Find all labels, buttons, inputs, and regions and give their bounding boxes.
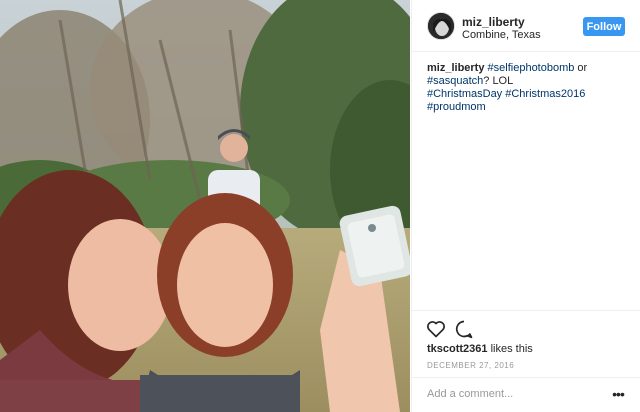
- instagram-post: miz_liberty Combine, Texas Follow miz_li…: [0, 0, 640, 412]
- heart-icon[interactable]: [426, 319, 446, 339]
- hashtag-link[interactable]: #Christmas2016: [505, 88, 585, 100]
- username-link[interactable]: miz_liberty: [462, 15, 525, 29]
- comment-box: •••: [412, 377, 640, 412]
- avatar[interactable]: [427, 12, 455, 40]
- hashtag-link[interactable]: #sasquatch: [427, 75, 483, 87]
- likes-line: tkscott2361 likes this: [427, 343, 533, 355]
- hashtag-link[interactable]: #proudmom: [427, 101, 486, 113]
- liker-username[interactable]: tkscott2361: [427, 343, 488, 355]
- follow-button[interactable]: Follow: [583, 17, 625, 36]
- post-date[interactable]: DECEMBER 27, 2016: [427, 361, 514, 370]
- hashtag-link[interactable]: #ChristmasDay: [427, 88, 502, 100]
- post-caption: miz_liberty #selfiephotobomb or #sasquat…: [427, 62, 588, 113]
- post-sidebar: miz_liberty Combine, Texas Follow miz_li…: [411, 0, 640, 412]
- caption-username[interactable]: miz_liberty: [427, 62, 484, 74]
- post-photo[interactable]: [0, 0, 410, 412]
- location-link[interactable]: Combine, Texas: [462, 29, 541, 41]
- comment-icon[interactable]: [454, 319, 474, 339]
- more-options-icon[interactable]: •••: [608, 386, 628, 402]
- comment-input[interactable]: [427, 385, 597, 403]
- hashtag-link[interactable]: #selfiephotobomb: [488, 62, 575, 74]
- post-header: miz_liberty Combine, Texas Follow: [412, 0, 640, 52]
- action-bar: [412, 310, 640, 340]
